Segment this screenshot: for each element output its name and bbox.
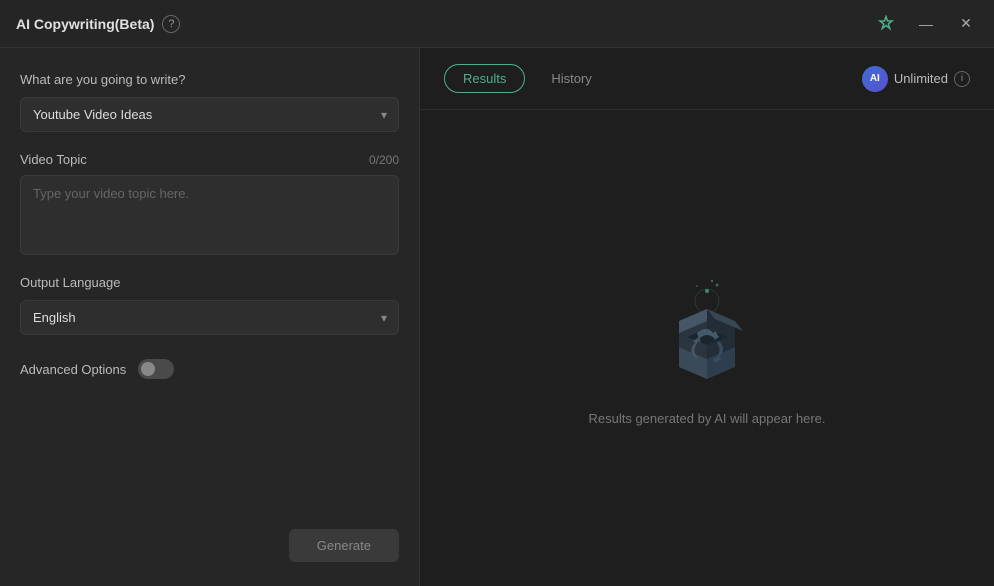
minimize-button[interactable]: — [914,12,938,36]
title-bar: AI Copywriting(Beta) ? — ✕ [0,0,994,48]
ai-badge: AI Unlimited i [862,66,970,92]
advanced-options-label: Advanced Options [20,362,126,377]
char-count: 0/200 [369,153,399,167]
toggle-track [138,359,174,379]
language-select[interactable]: English Spanish French German Chinese Ja… [20,300,399,335]
video-topic-input[interactable] [20,175,399,255]
tab-history[interactable]: History [533,65,609,92]
pin-button[interactable] [874,12,898,36]
tab-results[interactable]: Results [444,64,525,93]
language-wrapper: English Spanish French German Chinese Ja… [20,300,399,335]
help-icon[interactable]: ? [162,15,180,33]
advanced-options-toggle[interactable] [138,359,174,379]
ai-avatar: AI [862,66,888,92]
close-button[interactable]: ✕ [954,12,978,36]
video-topic-header: Video Topic 0/200 [20,152,399,167]
info-icon[interactable]: i [954,71,970,87]
video-topic-label: Video Topic [20,152,87,167]
title-bar-left: AI Copywriting(Beta) ? [16,15,180,33]
toggle-thumb [141,362,155,376]
content-type-select[interactable]: Youtube Video Ideas Blog Post Social Med… [20,97,399,132]
window-controls: — ✕ [874,12,978,36]
content-type-wrapper: Youtube Video Ideas Blog Post Social Med… [20,97,399,132]
main-layout: What are you going to write? Youtube Vid… [0,48,994,586]
output-language-label: Output Language [20,275,399,290]
right-panel: Results History AI Unlimited i [420,48,994,586]
right-header: Results History AI Unlimited i [420,48,994,110]
what-label: What are you going to write? [20,72,399,87]
results-placeholder-text: Results generated by AI will appear here… [588,411,825,426]
unlimited-label: Unlimited [894,71,948,86]
app-title: AI Copywriting(Beta) [16,16,154,32]
advanced-options-row: Advanced Options [20,359,399,379]
results-content: Results generated by AI will appear here… [420,110,994,586]
empty-state-illustration [642,271,772,391]
left-panel: What are you going to write? Youtube Vid… [0,48,420,586]
generate-button[interactable]: Generate [289,529,399,562]
